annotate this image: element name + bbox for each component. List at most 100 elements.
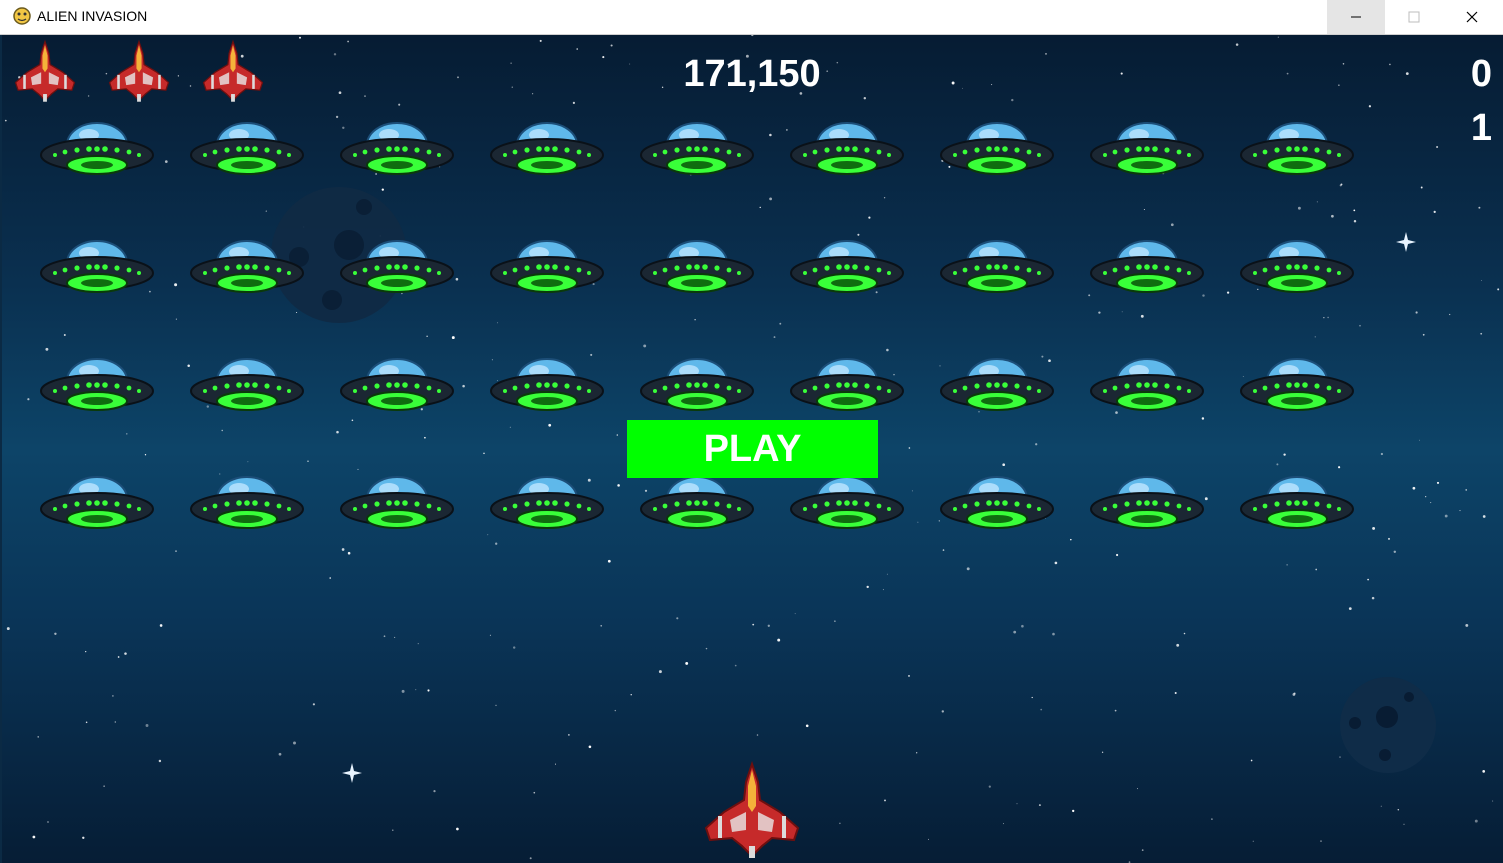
- star: [335, 115, 339, 119]
- star: [1397, 809, 1400, 811]
- star: [576, 48, 578, 50]
- star: [531, 93, 534, 95]
- star: [1250, 759, 1253, 762]
- star: [37, 736, 39, 738]
- star: [1320, 840, 1322, 842]
- star: [1405, 72, 1409, 75]
- star: [1342, 63, 1345, 65]
- star: [159, 624, 163, 627]
- star: [1101, 751, 1104, 753]
- star: [103, 785, 105, 787]
- ufo-icon: [490, 476, 604, 529]
- star: [1277, 36, 1279, 38]
- star: [1420, 186, 1423, 189]
- star: [426, 335, 428, 338]
- star: [868, 216, 871, 219]
- star: [777, 638, 781, 642]
- ufo-icon: [1090, 358, 1204, 411]
- minimize-button[interactable]: [1327, 0, 1385, 34]
- ufo-icon: [1240, 240, 1354, 293]
- star: [1016, 803, 1018, 805]
- star: [451, 336, 455, 340]
- play-button[interactable]: PLAY: [627, 420, 878, 478]
- star: [333, 53, 337, 56]
- star: [1474, 819, 1478, 823]
- life-ship-icon: [202, 39, 264, 102]
- star: [951, 81, 955, 85]
- star: [278, 752, 282, 756]
- star: [513, 646, 516, 649]
- star: [1035, 443, 1038, 446]
- star: [177, 75, 180, 77]
- star: [988, 785, 991, 788]
- star: [1340, 183, 1343, 186]
- star: [1422, 333, 1425, 336]
- star: [487, 534, 489, 536]
- maximize-button[interactable]: [1385, 0, 1443, 34]
- ufo-icon: [940, 358, 1054, 411]
- star: [548, 423, 552, 427]
- star: [629, 63, 631, 65]
- star: [175, 550, 177, 552]
- game-canvas[interactable]: 171,150 0 1 PLAY: [2, 35, 1503, 863]
- star: [1176, 643, 1180, 647]
- star: [1040, 708, 1043, 711]
- star: [489, 634, 491, 636]
- star: [1276, 463, 1279, 466]
- ufo-icon: [190, 122, 304, 175]
- star: [85, 721, 88, 724]
- close-button[interactable]: [1443, 0, 1501, 34]
- star: [1425, 496, 1427, 498]
- star: [1482, 515, 1486, 518]
- ufo-icon: [940, 476, 1054, 529]
- ufo-icon: [40, 476, 154, 529]
- star: [539, 39, 542, 42]
- star: [1338, 84, 1340, 86]
- star: [1480, 332, 1483, 335]
- ufo-icon: [940, 240, 1054, 293]
- star: [882, 589, 884, 591]
- star: [114, 721, 116, 723]
- star: [87, 95, 90, 97]
- star: [1140, 314, 1144, 318]
- player-ship-icon: [704, 760, 800, 858]
- star: [533, 791, 536, 794]
- star: [483, 452, 485, 455]
- star: [312, 703, 315, 706]
- star: [1235, 43, 1239, 46]
- star: [786, 129, 788, 131]
- star: [1316, 201, 1318, 203]
- star: [1003, 823, 1004, 825]
- star: [1293, 692, 1296, 695]
- close-icon: [1466, 11, 1478, 23]
- star: [189, 85, 192, 87]
- star: [54, 632, 57, 635]
- ufo-icon: [640, 358, 754, 411]
- ufo-icon: [790, 358, 904, 411]
- star: [643, 344, 647, 348]
- star: [1314, 336, 1316, 338]
- star: [63, 334, 66, 336]
- star: [759, 206, 761, 209]
- star: [917, 521, 919, 523]
- high-score-label: 0: [1470, 53, 1492, 95]
- star: [839, 822, 841, 825]
- minimize-icon: [1351, 16, 1361, 18]
- star: [1297, 206, 1301, 210]
- star: [529, 857, 532, 860]
- ufo-icon: [40, 240, 154, 293]
- star: [1418, 439, 1420, 441]
- star: [1054, 561, 1058, 565]
- star: [1143, 208, 1145, 211]
- star: [962, 87, 963, 89]
- star: [495, 542, 498, 545]
- star: [1286, 72, 1289, 75]
- star: [1389, 63, 1391, 66]
- star: [1492, 800, 1494, 802]
- star: [863, 97, 866, 100]
- title-bar[interactable]: ALIEN INVASION: [0, 0, 1503, 35]
- ufo-icon: [640, 476, 754, 529]
- star: [336, 430, 339, 434]
- star: [1204, 497, 1208, 501]
- star: [1412, 486, 1416, 490]
